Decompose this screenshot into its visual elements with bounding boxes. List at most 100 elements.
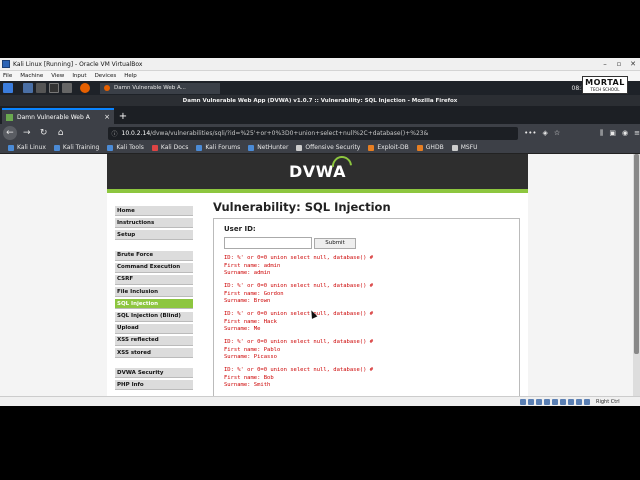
url-path: /dvwa/vulnerabilities/sqli/?id=%25'+or+0… — [150, 129, 429, 137]
back-icon[interactable]: ← — [3, 126, 17, 140]
bookmark-label: Offensive Security — [305, 144, 361, 151]
bookmark-kali-linux[interactable]: Kali Linux — [8, 144, 46, 151]
page-actions-icon[interactable]: ••• — [524, 129, 536, 137]
kali-icon — [107, 144, 114, 151]
menu-command-execution[interactable]: Command Execution — [115, 262, 193, 273]
menu-brute-force[interactable]: Brute Force — [115, 250, 193, 261]
mouse-integration-icon[interactable] — [584, 398, 590, 405]
menu-dvwa-security[interactable]: DVWA Security — [115, 368, 193, 379]
menu-home[interactable]: Home — [115, 206, 193, 216]
firefox-nav-bar: ← → ↻ ⌂ ⓘ 10.0.2.14/dvwa/vulnerabilities… — [0, 124, 640, 142]
hdd-icon[interactable] — [520, 398, 526, 405]
library-icon[interactable]: ⫼ — [600, 129, 603, 138]
nethunter-icon — [248, 144, 255, 151]
menu-file-inclusion[interactable]: File Inclusion — [115, 287, 193, 298]
menu-sql-injection-blind[interactable]: SQL Injection (Blind) — [115, 311, 193, 322]
forward-icon[interactable]: → — [20, 126, 34, 140]
sidebar-icon[interactable]: ▣ — [609, 129, 616, 137]
bookmark-exploit-db[interactable]: Exploit-DB — [368, 144, 409, 151]
kali-icon — [53, 144, 60, 151]
bookmark-label: Kali Docs — [160, 144, 189, 151]
minimize-icon[interactable]: – — [598, 60, 612, 68]
recording-icon[interactable] — [576, 398, 582, 405]
menu-help[interactable]: Help — [124, 73, 137, 79]
bookmark-label: Kali Tools — [116, 144, 144, 151]
bookmark-msfu[interactable]: MSFU — [451, 144, 478, 151]
menu-machine[interactable]: Machine — [20, 73, 43, 79]
bookmark-kali-forums[interactable]: Kali Forums — [196, 144, 240, 151]
menu-setup[interactable]: Setup — [115, 230, 193, 241]
menu-csrf[interactable]: CSRF — [115, 274, 193, 285]
taskbar-firefox-item[interactable]: Damn Vulnerable Web A... — [100, 82, 220, 94]
usb-icon[interactable] — [552, 398, 558, 405]
bookmark-label: NetHunter — [257, 144, 289, 151]
shared-folders-icon[interactable] — [560, 398, 566, 405]
status-icons — [520, 398, 592, 405]
menu-instructions[interactable]: Instructions — [115, 218, 193, 229]
bookmark-kali-docs[interactable]: Kali Docs — [151, 144, 189, 151]
page-scrollbar[interactable] — [633, 154, 640, 396]
user-id-input[interactable] — [224, 237, 312, 249]
bookmarks-toolbar: Kali Linux Kali Training Kali Tools Kali… — [0, 142, 640, 154]
mortal-tech-school-watermark: MORTAL TECH SCHOOL — [582, 76, 628, 94]
menu-view[interactable]: View — [51, 73, 64, 79]
menu-xss-stored[interactable]: XSS stored — [115, 348, 193, 359]
kali-menu-icon[interactable] — [3, 83, 13, 93]
bookmark-ghdb[interactable]: GHDB — [416, 144, 444, 151]
tab-dvwa[interactable]: Damn Vulnerable Web A × — [2, 108, 114, 124]
close-icon[interactable]: ✕ — [626, 60, 640, 68]
reload-icon[interactable]: ↻ — [37, 126, 51, 140]
result-surname-line: Surname: Me — [224, 326, 261, 332]
msfu-icon — [451, 144, 458, 151]
maximize-icon[interactable]: ▫ — [612, 60, 626, 68]
network-icon[interactable] — [544, 398, 550, 405]
terminal-icon[interactable] — [49, 83, 59, 93]
workspace-2-icon[interactable] — [36, 83, 46, 93]
result-first-line: First name: Pablo — [224, 346, 281, 353]
files-icon[interactable] — [62, 83, 72, 93]
dvwa-side-menu: Home Instructions Setup Brute Force Comm… — [115, 206, 193, 393]
submit-button[interactable]: Submit — [314, 237, 356, 249]
firefox-launcher-icon[interactable] — [80, 83, 90, 93]
menu-input[interactable]: Input — [72, 73, 86, 79]
menu-upload[interactable]: Upload — [115, 323, 193, 334]
url-host: 10.0.2.14 — [121, 129, 151, 137]
new-tab-icon[interactable]: + — [116, 108, 130, 124]
tab-close-icon[interactable]: × — [104, 113, 110, 121]
display-icon[interactable] — [568, 398, 574, 405]
result-surname-line: Surname: Smith — [224, 382, 271, 388]
hamburger-menu-icon[interactable]: ≡ — [634, 129, 640, 137]
bookmark-offensive-security[interactable]: Offensive Security — [296, 144, 360, 151]
bookmark-kali-tools[interactable]: Kali Tools — [107, 144, 144, 151]
result-entry: ID: %' or 0=0 union select null, databas… — [224, 255, 509, 278]
bookmark-star-icon[interactable]: ☆ — [554, 129, 560, 137]
menu-spacer — [115, 243, 193, 251]
main-content: Vulnerability: SQL Injection User ID: Su… — [213, 200, 523, 396]
bookmark-kali-training[interactable]: Kali Training — [53, 144, 99, 151]
tab-label: Damn Vulnerable Web A — [17, 113, 90, 121]
kali-icon — [8, 144, 14, 151]
virtualbox-icon — [2, 60, 10, 68]
site-info-icon[interactable]: ⓘ — [112, 129, 118, 138]
account-icon[interactable]: ◉ — [622, 129, 628, 137]
pocket-icon[interactable]: ◈ — [542, 129, 547, 137]
result-id-line: ID: %' or 0=0 union select null, databas… — [224, 367, 374, 373]
taskbar-item-label: Damn Vulnerable Web A... — [114, 85, 186, 91]
menu-php-info[interactable]: PHP Info — [115, 380, 193, 391]
page-viewport: DVWA Home Instructions Setup Brute Force… — [0, 154, 633, 396]
audio-icon[interactable] — [536, 398, 542, 405]
menu-xss-reflected[interactable]: XSS reflected — [115, 335, 193, 346]
menu-devices[interactable]: Devices — [95, 73, 117, 79]
dvwa-favicon-icon — [6, 113, 13, 121]
menu-file[interactable]: File — [3, 73, 12, 79]
menu-sql-injection[interactable]: SQL Injection — [115, 299, 193, 310]
workspace-1-icon[interactable] — [23, 83, 33, 93]
url-bar[interactable]: ⓘ 10.0.2.14/dvwa/vulnerabilities/sqli/?i… — [107, 126, 519, 140]
home-icon[interactable]: ⌂ — [54, 126, 68, 140]
scrollbar-thumb[interactable] — [634, 154, 639, 354]
result-first-line: First name: Hack — [224, 318, 277, 325]
bookmark-nethunter[interactable]: NetHunter — [248, 144, 288, 151]
firefox-tab-strip: Damn Vulnerable Web A × + — [0, 106, 640, 124]
optical-drive-icon[interactable] — [528, 398, 534, 405]
result-surname-line: Surname: Picasso — [224, 354, 277, 360]
